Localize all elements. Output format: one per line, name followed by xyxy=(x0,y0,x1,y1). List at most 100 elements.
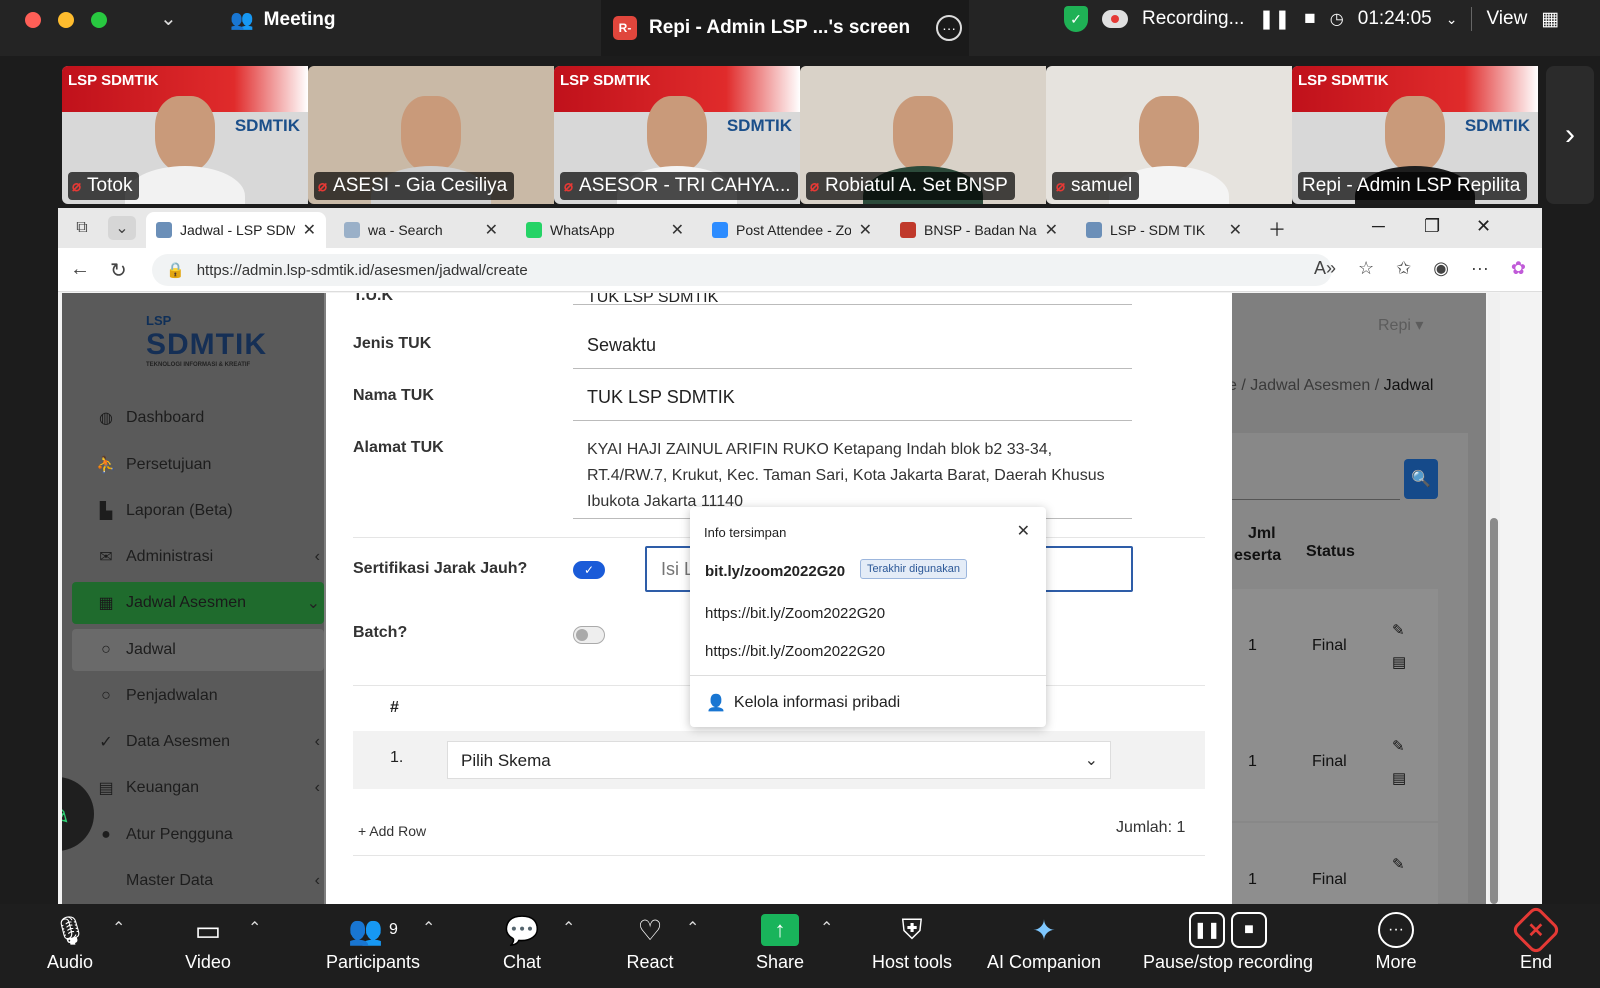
participant-video-tile[interactable]: ⌀ samuel xyxy=(1046,66,1292,204)
chat-button[interactable]: 💬 Chat xyxy=(492,910,552,973)
chevron-down-icon[interactable]: ⌄ xyxy=(1446,11,1458,28)
more-button[interactable]: ··· More xyxy=(1366,910,1426,973)
page-scrollbar[interactable] xyxy=(1488,293,1500,904)
host-tools-button[interactable]: ⛨ Host tools xyxy=(862,910,962,973)
sidebar-item[interactable]: ✉ Administrasi ‹ xyxy=(72,536,324,578)
audio-button[interactable]: 🎙 Audio xyxy=(40,910,100,973)
fullscreen-window-button[interactable] xyxy=(91,12,107,28)
share-button[interactable]: ↑ Share xyxy=(750,910,810,973)
pause-stop-recording-button[interactable]: ❚❚ ■ Pause/stop recording xyxy=(1134,910,1322,973)
browser-tab[interactable]: BNSP - Badan Nasional ✕ xyxy=(890,212,1068,248)
edit-icon[interactable]: ✎ xyxy=(1392,855,1405,873)
ai-companion-button[interactable]: ✦ AI Companion xyxy=(984,910,1104,973)
participant-video-tile[interactable]: ⌀ Robiatul A. Set BNSP xyxy=(800,66,1046,204)
sidebar-item[interactable]: ✓ Data Asesmen ‹ xyxy=(72,721,324,763)
sjj-toggle[interactable]: ✓ xyxy=(573,561,605,579)
close-tab-icon[interactable]: ✕ xyxy=(859,220,872,240)
view-button[interactable]: View xyxy=(1486,8,1527,30)
sidebar-item[interactable]: ○ Jadwal xyxy=(72,629,324,671)
close-icon[interactable]: ✕ xyxy=(1476,216,1491,237)
participants-button[interactable]: 👥 9 Participants xyxy=(318,910,428,973)
tab-actions-chevron-icon[interactable]: ⌄ xyxy=(108,216,136,240)
skema-select[interactable]: Pilih Skema ⌄ xyxy=(447,741,1111,779)
close-tab-icon[interactable]: ✕ xyxy=(1229,220,1242,240)
more-options-icon[interactable]: ··· xyxy=(936,15,963,41)
new-tab-icon[interactable]: ＋ xyxy=(1268,216,1286,242)
meeting-info[interactable]: 👥 Meeting xyxy=(230,8,335,32)
close-window-button[interactable] xyxy=(25,12,41,28)
react-options-caret-icon[interactable]: ⌃ xyxy=(686,918,699,938)
sidebar-item[interactable]: ◍ Dashboard xyxy=(72,397,324,439)
sidebar-item[interactable]: ▦ Jadwal Asesmen ⌄ xyxy=(72,582,324,624)
tuk-select[interactable]: TUK LSP SDMTIK xyxy=(573,293,1132,305)
sidebar-item[interactable]: ○ Penjadwalan xyxy=(72,675,324,717)
sidebar-item[interactable]: ● Atur Pengguna xyxy=(72,814,324,856)
browser-tab[interactable]: WhatsApp ✕ xyxy=(516,212,694,248)
manage-personal-info-link[interactable]: 👤 Kelola informasi pribadi xyxy=(706,693,900,713)
share-options-caret-icon[interactable]: ⌃ xyxy=(820,918,833,938)
refresh-icon[interactable]: ↻ xyxy=(110,258,127,283)
scrollbar-thumb[interactable] xyxy=(1490,518,1498,904)
participant-video-tile[interactable]: ⌀ ASESI - Gia Cesiliya xyxy=(308,66,554,204)
participant-video-tile[interactable]: LSP SDMTIK SDMTIK ⌀ ASESOR - TRI CAHYA... xyxy=(554,66,800,204)
chevron-down-icon[interactable]: ⌄ xyxy=(160,6,177,31)
search-button[interactable]: 🔍 xyxy=(1404,459,1438,499)
react-button[interactable]: ♡ React xyxy=(620,910,680,973)
favorites-icon[interactable]: ✩ xyxy=(1396,258,1411,279)
next-page-arrow-icon[interactable]: › xyxy=(1546,66,1594,204)
participant-video-tile[interactable]: LSP SDMTIK SDMTIK ⌀ Totok xyxy=(62,66,308,204)
close-tab-icon[interactable]: ✕ xyxy=(1045,220,1058,240)
sidebar-item[interactable]: Master Data ‹ xyxy=(72,860,324,902)
security-shield-icon[interactable]: ✓ xyxy=(1064,6,1088,32)
browser-tab[interactable]: wa - Search ✕ xyxy=(334,212,508,248)
sidebar-item[interactable]: ▙ Laporan (Beta) xyxy=(72,490,324,532)
end-button[interactable]: ✕ End xyxy=(1506,904,1566,973)
col-jml-peserta: Jml eserta xyxy=(1234,523,1281,567)
grid-view-icon[interactable]: ▦ xyxy=(1541,8,1559,31)
autofill-suggestion[interactable]: https://bit.ly/Zoom2022G20 xyxy=(705,605,885,622)
jenis-tuk-field[interactable]: Sewaktu xyxy=(573,321,1132,369)
close-tab-icon[interactable]: ✕ xyxy=(485,220,498,240)
url-field[interactable]: 🔒 https://admin.lsp-sdmtik.id/asesmen/ja… xyxy=(152,254,1332,286)
tuk-label: T.U.K xyxy=(353,293,393,304)
read-aloud-icon[interactable]: A» xyxy=(1314,258,1336,279)
sidebar-item[interactable]: ▤ Keuangan ‹ xyxy=(72,767,324,809)
document-icon[interactable]: ▤ xyxy=(1392,653,1406,671)
edit-icon[interactable]: ✎ xyxy=(1392,737,1405,755)
close-tab-icon[interactable]: ✕ xyxy=(671,220,684,240)
user-menu[interactable]: Repi ▾ xyxy=(1378,315,1423,335)
restore-icon[interactable]: ❐ xyxy=(1424,216,1440,237)
autofill-suggestion[interactable]: bit.ly/zoom2022G20 xyxy=(705,563,845,580)
autofill-suggestion[interactable]: https://bit.ly/Zoom2022G20 xyxy=(705,643,885,660)
add-row-button[interactable]: + Add Row xyxy=(358,823,426,839)
workspaces-icon[interactable]: ⧉ xyxy=(68,216,96,240)
sidebar-item-icon: ◍ xyxy=(99,410,113,427)
close-icon[interactable]: ✕ xyxy=(1017,521,1030,541)
favorite-star-icon[interactable]: ☆ xyxy=(1358,258,1374,279)
document-icon[interactable]: ▤ xyxy=(1392,769,1406,787)
participants-options-caret-icon[interactable]: ⌃ xyxy=(422,918,435,938)
nama-tuk-field[interactable]: TUK LSP SDMTIK xyxy=(573,373,1132,421)
breadcrumb-path[interactable]: e / Jadwal Asesmen / xyxy=(1228,377,1384,394)
batch-toggle[interactable] xyxy=(573,626,605,644)
close-tab-icon[interactable]: ✕ xyxy=(303,220,316,240)
video-options-caret-icon[interactable]: ⌃ xyxy=(248,918,261,938)
alamat-tuk-textarea[interactable]: KYAI HAJI ZAINUL ARIFIN RUKO Ketapang In… xyxy=(573,431,1132,519)
stop-recording-icon[interactable]: ■ xyxy=(1304,8,1315,30)
back-arrow-icon[interactable]: ← xyxy=(70,258,90,281)
participant-video-tile[interactable]: LSP SDMTIK SDMTIK Repi - Admin LSP Repilit… xyxy=(1292,66,1538,204)
video-button[interactable]: ▭ Video xyxy=(178,910,238,973)
edit-icon[interactable]: ✎ xyxy=(1392,621,1405,639)
copilot-icon[interactable]: ✿ xyxy=(1511,258,1526,279)
pause-recording-icon[interactable]: ❚❚ xyxy=(1258,8,1290,31)
browser-tab[interactable]: LSP - SDM TIK ✕ xyxy=(1076,212,1252,248)
minimize-icon[interactable]: ─ xyxy=(1372,216,1385,237)
chat-options-caret-icon[interactable]: ⌃ xyxy=(562,918,575,938)
minimize-window-button[interactable] xyxy=(58,12,74,28)
menu-dots-icon[interactable]: ··· xyxy=(1471,258,1489,279)
browser-tab[interactable]: Post Attendee - Zoom ✕ xyxy=(702,212,882,248)
audio-options-caret-icon[interactable]: ⌃ xyxy=(112,918,125,938)
profile-icon[interactable]: ◉ xyxy=(1433,258,1449,279)
browser-tab[interactable]: Jadwal - LSP SDMTIK ✕ xyxy=(146,212,326,248)
sidebar-item[interactable]: ⛹ Persetujuan xyxy=(72,444,324,486)
